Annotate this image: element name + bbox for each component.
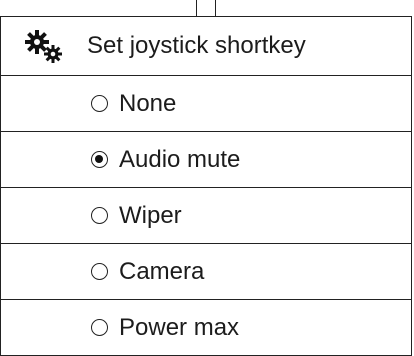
option-none[interactable]: None <box>1 75 411 131</box>
menu-header: Set joystick shortkey <box>1 17 411 75</box>
radio-audio-mute[interactable] <box>91 151 108 168</box>
option-camera[interactable]: Camera <box>1 243 411 299</box>
option-audio-mute[interactable]: Audio mute <box>1 131 411 187</box>
radio-power-max[interactable] <box>91 319 108 336</box>
radio-wiper[interactable] <box>91 207 108 224</box>
option-label: Audio mute <box>119 145 241 173</box>
option-wiper[interactable]: Wiper <box>1 187 411 243</box>
top-connector <box>196 0 216 16</box>
option-label: Camera <box>119 257 205 285</box>
option-power-max[interactable]: Power max <box>1 299 411 355</box>
option-label: Wiper <box>119 201 182 229</box>
gears-icon <box>23 28 67 64</box>
radio-camera[interactable] <box>91 263 108 280</box>
option-label: Power max <box>119 313 240 341</box>
option-label: None <box>119 89 177 117</box>
joystick-shortkey-menu: Set joystick shortkey None Audio mute Wi… <box>0 16 412 356</box>
menu-title: Set joystick shortkey <box>87 32 306 59</box>
radio-none[interactable] <box>91 95 108 112</box>
